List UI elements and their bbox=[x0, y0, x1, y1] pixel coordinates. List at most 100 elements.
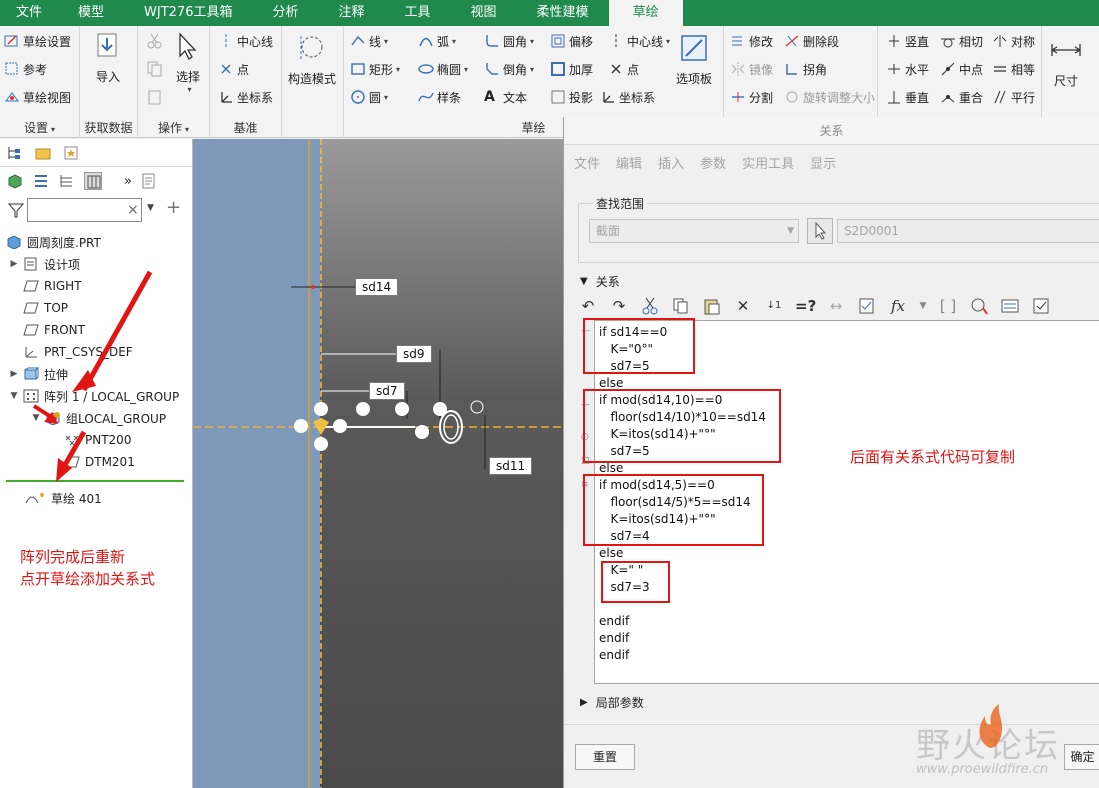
code-line: endif bbox=[599, 648, 630, 662]
relations-editor[interactable]: if sd14==0 K="0°" sd7=5 else if mod(sd14… bbox=[583, 318, 1099, 684]
check-list-icon[interactable] bbox=[1031, 296, 1051, 316]
brackets-icon[interactable]: [ ] bbox=[938, 296, 958, 316]
dimension-icon[interactable]: ↔ bbox=[826, 296, 846, 316]
thicken-icon bbox=[550, 61, 566, 77]
sketch-csys-button[interactable]: 坐标系 bbox=[600, 86, 655, 108]
divide-icon bbox=[730, 89, 746, 105]
datum-centerline-button[interactable]: 中心线 bbox=[218, 30, 273, 52]
point-icon bbox=[218, 61, 234, 77]
dialog-menu-parameters[interactable]: 参数 bbox=[700, 153, 726, 172]
delete-icon[interactable]: ✕ bbox=[733, 296, 753, 316]
evaluate-icon[interactable]: =? bbox=[795, 296, 816, 316]
verify-icon[interactable] bbox=[857, 296, 877, 316]
tab-analysis[interactable]: 分析 bbox=[252, 0, 318, 26]
construction-mode-button[interactable]: 构造模式 bbox=[288, 32, 336, 87]
equal-constraint-button[interactable]: 相等 bbox=[992, 58, 1035, 80]
cursor-icon bbox=[815, 221, 827, 240]
dim-sd7[interactable]: sd7 bbox=[369, 382, 405, 400]
sensitivity-icon[interactable] bbox=[1000, 296, 1020, 316]
sketch-centerline-button[interactable]: 中心线 ▾ bbox=[608, 30, 670, 52]
tangent-constraint-button[interactable]: 相切 bbox=[940, 30, 983, 52]
ok-button[interactable]: 确定 bbox=[1064, 744, 1099, 770]
tab-annotate[interactable]: 注释 bbox=[319, 0, 385, 26]
fillet-button[interactable]: 圆角 ▾ bbox=[484, 30, 534, 52]
look-in-group: 查找范围 截面 ▼ S2D0001 bbox=[578, 195, 1099, 263]
parallel-constraint-button[interactable]: 平行 bbox=[992, 86, 1035, 108]
perpendicular-constraint-button[interactable]: 垂直 bbox=[886, 86, 929, 108]
dialog-menu-insert[interactable]: 插入 bbox=[658, 153, 684, 172]
modify-button[interactable]: 修改 bbox=[730, 30, 773, 52]
rotate-resize-button[interactable]: 旋转调整大小 bbox=[784, 86, 875, 108]
redo-icon[interactable]: ↷ bbox=[609, 296, 629, 316]
midpoint-icon bbox=[940, 61, 956, 77]
relations-section-header[interactable]: ▼ 关系 bbox=[580, 273, 620, 290]
vertical-constraint-button[interactable]: 竖直 bbox=[886, 30, 929, 52]
tab-tools[interactable]: 工具 bbox=[385, 0, 451, 26]
sort-icon[interactable]: ↓1 bbox=[764, 296, 784, 316]
graphics-window[interactable]: sd14 sd9 sd7 sd11 bbox=[193, 139, 563, 788]
look-in-label: 查找范围 bbox=[593, 195, 648, 212]
paste-icon[interactable] bbox=[702, 296, 722, 316]
dim-sd11[interactable]: sd11 bbox=[489, 457, 533, 475]
undo-icon[interactable]: ↶ bbox=[578, 296, 598, 316]
dim-sd14[interactable]: sd14 bbox=[355, 278, 399, 296]
construction-mode-icon bbox=[296, 32, 328, 64]
dialog-title: 关系 bbox=[564, 117, 1099, 145]
dropdown-icon[interactable]: ▼ bbox=[919, 296, 927, 316]
cut-icon[interactable] bbox=[640, 296, 660, 316]
point-icon bbox=[608, 61, 624, 77]
line-button[interactable]: 线 ▾ bbox=[350, 30, 388, 52]
copy-icon[interactable] bbox=[671, 296, 691, 316]
reset-button[interactable]: 重置 bbox=[575, 744, 635, 770]
units-icon[interactable] bbox=[969, 296, 989, 316]
ellipse-button[interactable]: 椭圆 ▾ bbox=[418, 58, 468, 80]
highlight-box bbox=[583, 318, 695, 374]
project-button[interactable]: 投影 bbox=[550, 86, 593, 108]
thicken-button[interactable]: 加厚 bbox=[550, 58, 593, 80]
sketch-point-button[interactable]: 点 bbox=[608, 58, 639, 80]
datum-point-button[interactable]: 点 bbox=[218, 58, 249, 80]
dialog-menu-show[interactable]: 显示 bbox=[810, 153, 836, 172]
dim-sd9[interactable]: sd9 bbox=[396, 345, 432, 363]
highlight-box bbox=[601, 561, 670, 603]
delete-segment-icon bbox=[784, 33, 800, 49]
symmetric-constraint-button[interactable]: 对称 bbox=[992, 30, 1035, 52]
coincident-constraint-button[interactable]: 重合 bbox=[940, 86, 983, 108]
equal-icon bbox=[992, 61, 1008, 77]
csys-icon bbox=[218, 89, 234, 105]
arc-button[interactable]: 弧 ▾ bbox=[418, 30, 456, 52]
datum-csys-button[interactable]: 坐标系 bbox=[218, 86, 273, 108]
delete-segment-button[interactable]: 删除段 bbox=[784, 30, 839, 52]
corner-button[interactable]: 拐角 bbox=[784, 58, 827, 80]
dialog-menu-utilities[interactable]: 实用工具 bbox=[742, 153, 794, 172]
midpoint-constraint-button[interactable]: 中点 bbox=[940, 58, 983, 80]
dialog-menu-file[interactable]: 文件 bbox=[574, 153, 600, 172]
tangent-icon bbox=[940, 33, 956, 49]
function-icon[interactable]: fx bbox=[888, 296, 908, 316]
tab-sketch[interactable]: 草绘 bbox=[608, 0, 683, 26]
mirror-button[interactable]: 镜像 bbox=[730, 58, 773, 80]
circle-button[interactable]: 圆 ▾ bbox=[350, 86, 388, 108]
offset-button[interactable]: 偏移 bbox=[550, 30, 593, 52]
horizontal-constraint-button[interactable]: 水平 bbox=[886, 58, 929, 80]
chamfer-icon bbox=[484, 61, 500, 77]
spline-button[interactable]: 样条 bbox=[418, 86, 461, 108]
project-icon bbox=[550, 89, 566, 105]
horizontal-icon bbox=[886, 61, 902, 77]
palette-button[interactable]: 选项板 bbox=[676, 32, 712, 87]
csys-icon bbox=[600, 89, 616, 105]
scope-select[interactable]: 截面 ▼ bbox=[589, 219, 799, 243]
dialog-menu-edit[interactable]: 编辑 bbox=[616, 153, 642, 172]
divide-button[interactable]: 分割 bbox=[730, 86, 773, 108]
tab-view[interactable]: 视图 bbox=[451, 0, 517, 26]
dimension-button[interactable]: 尺寸 bbox=[1050, 34, 1082, 89]
text-button[interactable]: A 文本 bbox=[484, 86, 527, 108]
select-scope-button[interactable] bbox=[807, 218, 833, 244]
scope-id-field[interactable]: S2D0001 bbox=[837, 219, 1099, 243]
tab-flexible[interactable]: 柔性建模 bbox=[517, 0, 609, 26]
rectangle-button[interactable]: 矩形 ▾ bbox=[350, 58, 400, 80]
expand-icon: ▶ bbox=[580, 697, 588, 708]
chamfer-button[interactable]: 倒角 ▾ bbox=[484, 58, 534, 80]
local-params-section-header[interactable]: ▶ 局部参数 bbox=[580, 694, 644, 711]
text-icon: A bbox=[484, 89, 495, 105]
